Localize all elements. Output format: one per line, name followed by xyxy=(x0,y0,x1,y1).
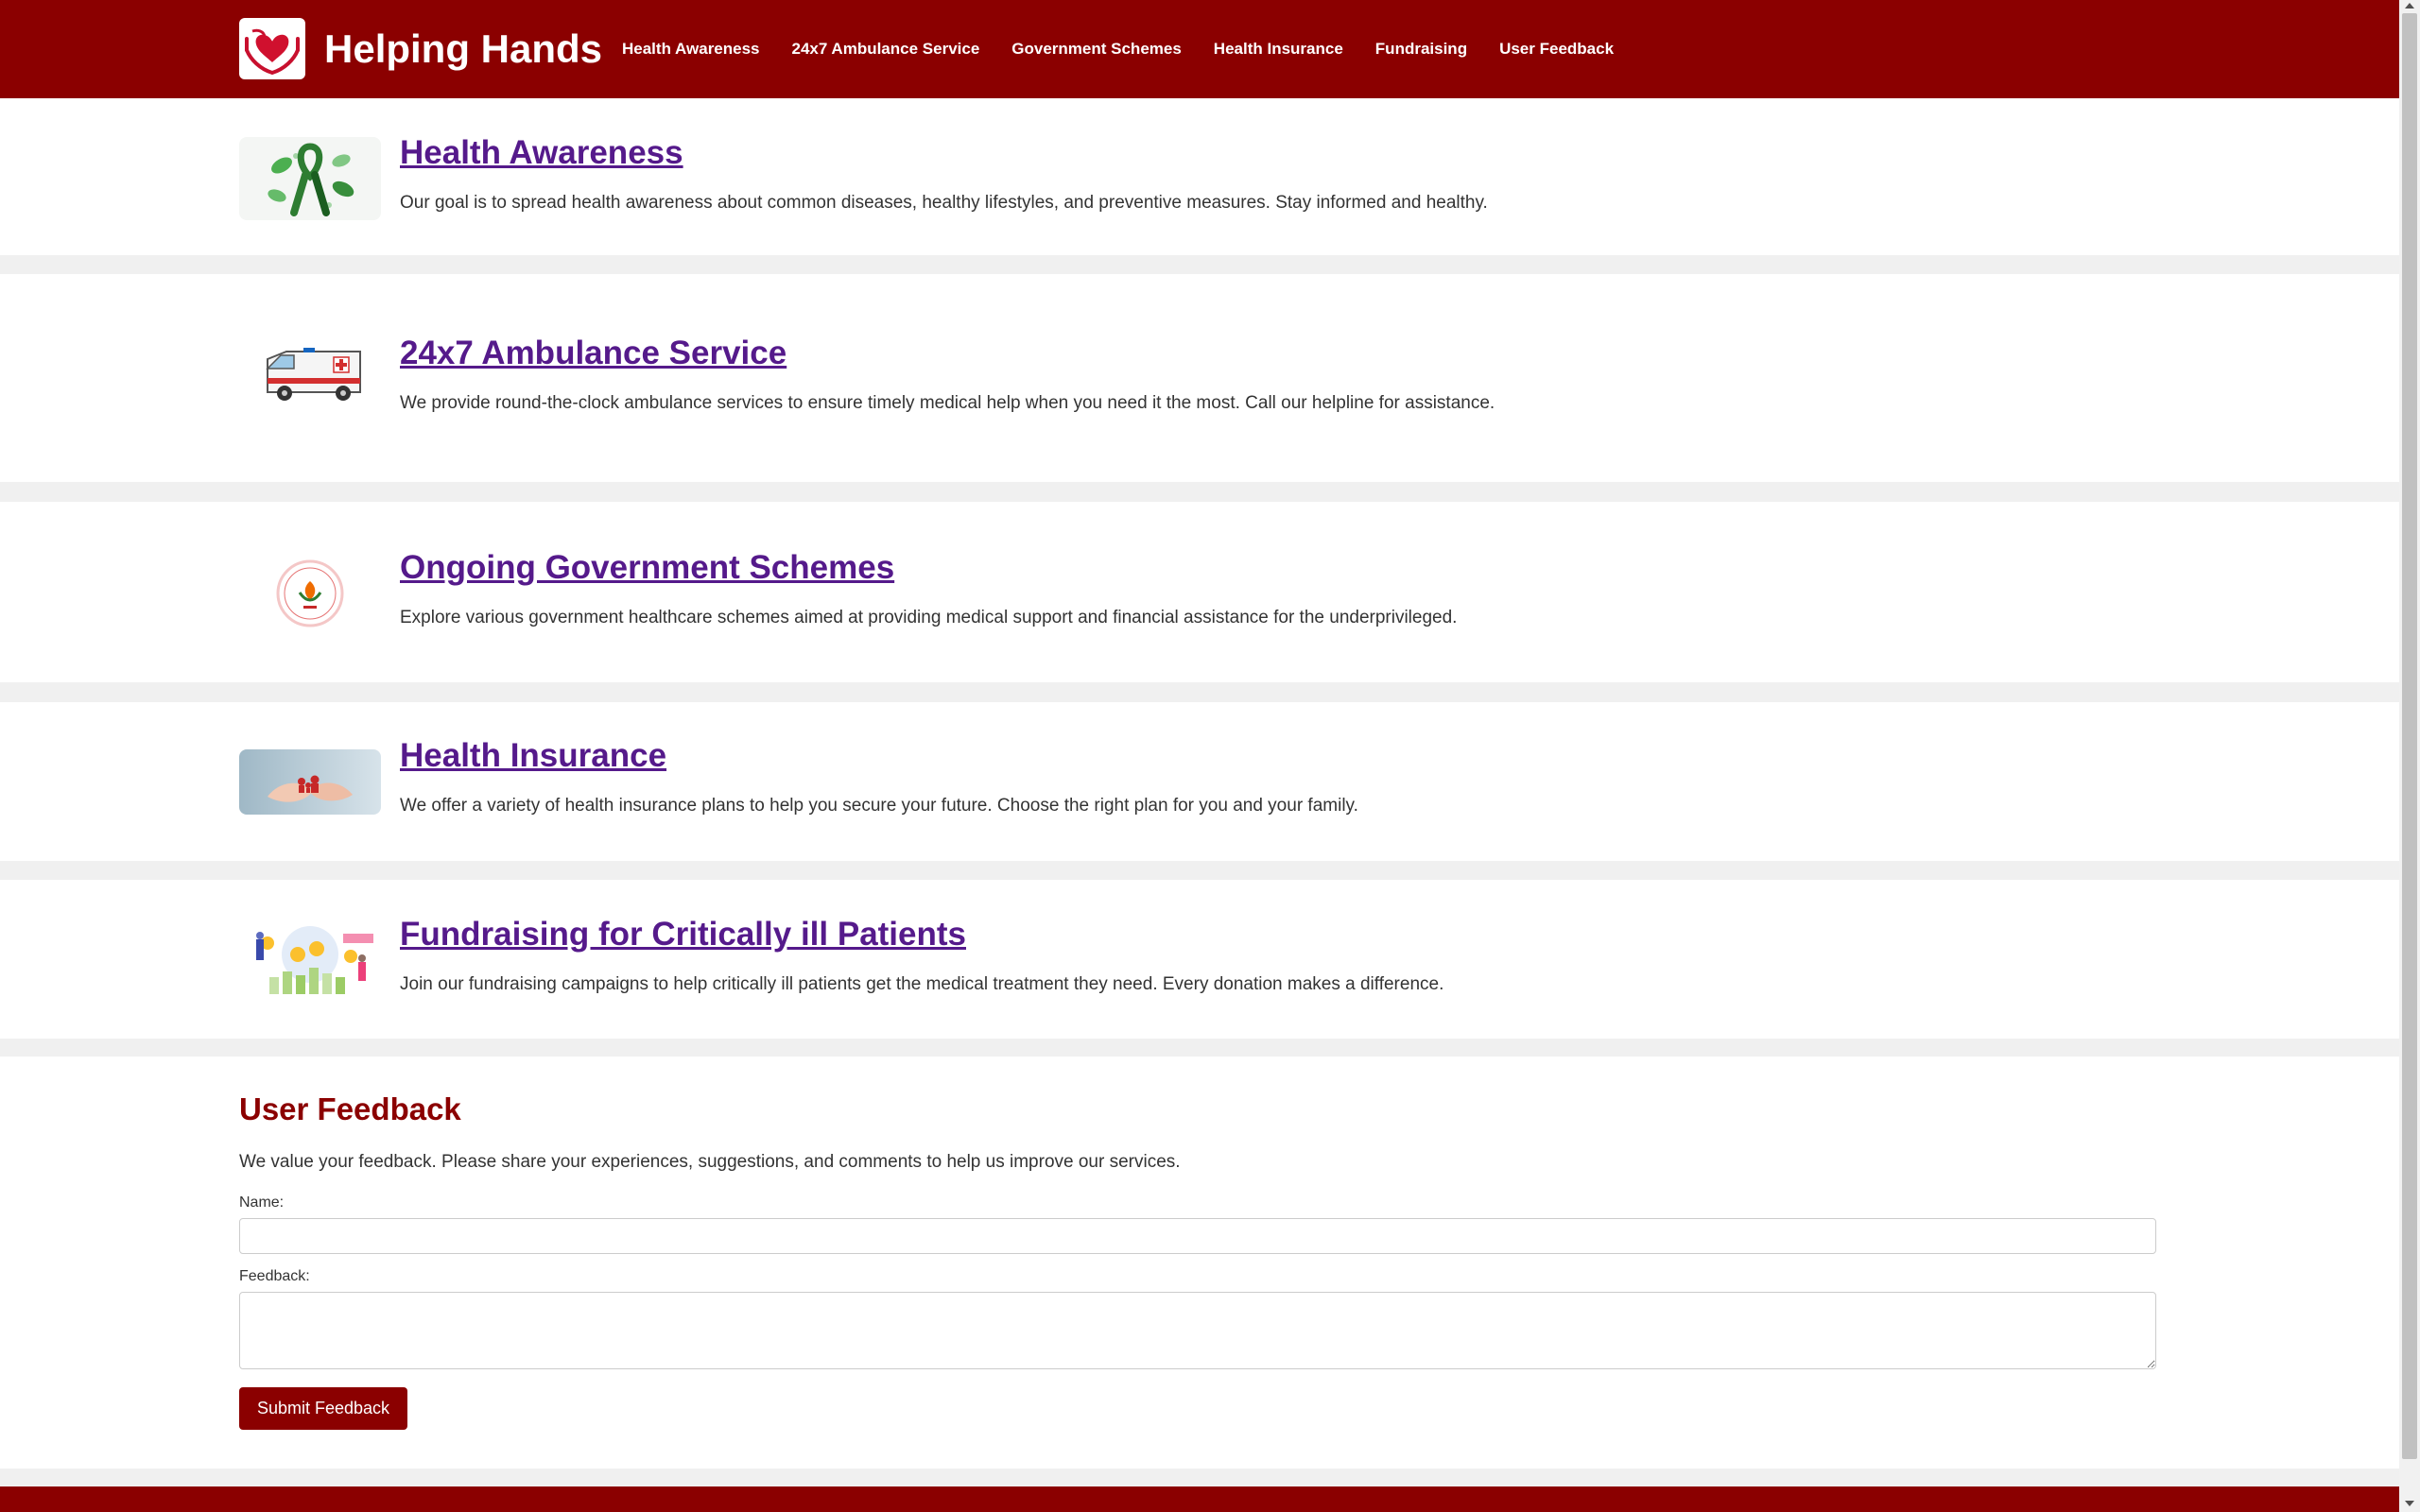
section-description-fundraising: Join our fundraising campaigns to help c… xyxy=(400,974,1444,994)
section-description-government-schemes: Explore various government healthcare sc… xyxy=(400,608,1458,627)
feedback-heading: User Feedback xyxy=(239,1091,461,1126)
section-description-health-awareness: Our goal is to spread health awareness a… xyxy=(400,193,1488,213)
ambulance-image xyxy=(239,340,381,408)
nav-link-health-insurance[interactable]: Health Insurance xyxy=(1214,40,1343,59)
government-scheme-emblem-image xyxy=(239,558,381,628)
nav-link-ambulance-service[interactable]: 24x7 Ambulance Service xyxy=(792,40,980,59)
feedback-intro: We value your feedback. Please share you… xyxy=(239,1152,1181,1172)
logo[interactable] xyxy=(239,18,305,79)
section-title-ambulance-service[interactable]: 24x7 Ambulance Service xyxy=(400,333,786,374)
nav-link-health-awareness[interactable]: Health Awareness xyxy=(622,40,760,59)
section-fundraising: Fundraising for Critically ill Patients … xyxy=(0,880,2399,1039)
nav-link-fundraising[interactable]: Fundraising xyxy=(1375,40,1467,59)
section-health-insurance: Health Insurance We offer a variety of h… xyxy=(0,702,2399,861)
section-description-health-insurance: We offer a variety of health insurance p… xyxy=(400,796,1358,816)
section-description-ambulance-service: We provide round-the-clock ambulance ser… xyxy=(400,393,1495,413)
main-nav: Health Awareness 24x7 Ambulance Service … xyxy=(622,0,1646,98)
section-government-schemes: Ongoing Government Schemes Explore vario… xyxy=(0,502,2399,682)
page: Helping Hands Health Awareness 24x7 Ambu… xyxy=(0,0,2399,1512)
section-ambulance-service: 24x7 Ambulance Service We provide round-… xyxy=(0,274,2399,482)
feedback-label: Feedback: xyxy=(239,1268,310,1284)
name-input[interactable] xyxy=(239,1218,2156,1254)
nav-link-government-schemes[interactable]: Government Schemes xyxy=(1011,40,1182,59)
section-title-health-insurance[interactable]: Health Insurance xyxy=(400,735,666,777)
section-title-health-awareness[interactable]: Health Awareness xyxy=(400,132,683,174)
nav-link-user-feedback[interactable]: User Feedback xyxy=(1499,40,1614,59)
submit-feedback-button[interactable]: Submit Feedback xyxy=(239,1387,407,1430)
section-title-government-schemes[interactable]: Ongoing Government Schemes xyxy=(400,547,894,589)
section-health-awareness: Health Awareness Our goal is to spread h… xyxy=(0,98,2399,255)
scrollbar-thumb[interactable] xyxy=(2402,13,2417,1459)
awareness-ribbon-image xyxy=(239,137,381,220)
scroll-up-arrow-icon[interactable] xyxy=(2405,3,2414,9)
fundraising-illustration-image xyxy=(239,920,381,998)
section-title-fundraising[interactable]: Fundraising for Critically ill Patients xyxy=(400,914,966,955)
heart-in-hands-icon xyxy=(245,28,300,76)
feedback-section: User Feedback We value your feedback. Pl… xyxy=(0,1057,2399,1469)
scroll-down-arrow-icon[interactable] xyxy=(2405,1501,2414,1506)
site-footer xyxy=(0,1486,2399,1512)
site-title[interactable]: Helping Hands xyxy=(324,23,602,76)
name-label: Name: xyxy=(239,1194,285,1211)
hands-holding-family-image xyxy=(239,749,381,815)
site-header: Helping Hands Health Awareness 24x7 Ambu… xyxy=(0,0,2399,98)
feedback-textarea[interactable] xyxy=(239,1292,2156,1369)
vertical-scrollbar[interactable] xyxy=(2399,0,2420,1512)
